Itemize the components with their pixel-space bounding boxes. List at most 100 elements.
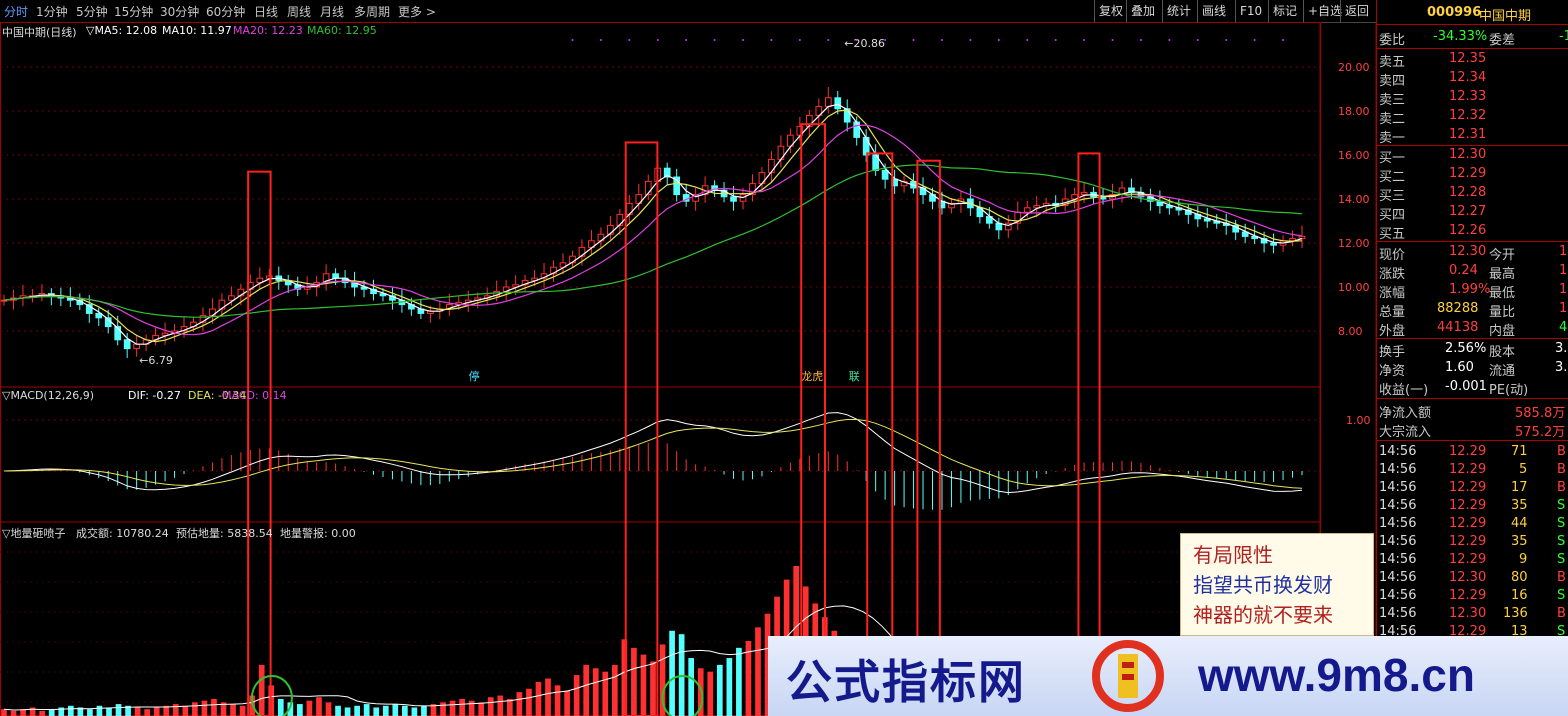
signal-dot	[1196, 39, 1199, 41]
signal-dot	[1111, 39, 1114, 41]
stat-row: 涨幅 1.99% 最低 1	[1377, 281, 1568, 301]
volume-bar	[211, 698, 217, 716]
bid-label: 买三	[1379, 189, 1406, 204]
ask-label: 卖五	[1379, 55, 1406, 70]
signal-dot	[912, 39, 915, 41]
tab-period-0[interactable]: 分时	[4, 3, 28, 20]
stat-row: 现价 12.30 今开 1	[1377, 243, 1568, 263]
kline-chart[interactable]: 20.00 18.00 16.00 14.00 12.00 10.00 8.00 1.00 ←2…	[0, 22, 1376, 716]
est-value: 预估地量: 5838.54	[176, 527, 273, 540]
bid-row: 买五 12.26	[1377, 222, 1568, 242]
volume-bar	[716, 664, 723, 716]
candle-body	[853, 121, 861, 138]
tab-period-3[interactable]: 15分钟	[114, 3, 153, 20]
toolbar-button-4[interactable]: F10	[1235, 0, 1266, 22]
tab-period-5[interactable]: 60分钟	[206, 3, 245, 20]
ma5-line	[3, 103, 1303, 345]
tick-qty: 35	[1511, 534, 1528, 549]
chart-title: 中国中期(日线)	[2, 26, 77, 39]
signal-dot	[742, 39, 745, 41]
banner-site-name: 公式指标网	[786, 655, 1026, 709]
period-toolbar: 分时 1分钟 5分钟 15分钟 30分钟 60分钟 日线 周线 月线 多周期 更多 > 复权 叠加 统计画…	[0, 0, 1376, 23]
tab-period-9[interactable]: 多周期	[354, 3, 390, 20]
ask-price: 12.35	[1449, 51, 1487, 66]
stat-label: 外盘	[1379, 324, 1406, 339]
volume-bar	[230, 704, 236, 716]
toolbar-button-1[interactable]: 叠加	[1126, 0, 1159, 22]
signal-dot	[969, 39, 972, 41]
disclaimer-note: 有局限性 指望共币换发财 神器的就不要来	[1180, 533, 1374, 636]
volume-bar	[192, 702, 198, 716]
weibi-label: 委比	[1379, 33, 1406, 48]
tick-row: 14:56 12.29 35 S	[1377, 533, 1568, 552]
tab-period-7[interactable]: 周线	[287, 3, 311, 20]
note-line-1: 有局限性	[1193, 543, 1273, 567]
tick-row: 14:56 12.30 136 B	[1377, 605, 1568, 624]
bid-label: 买一	[1379, 151, 1406, 166]
volume-bar	[611, 664, 618, 716]
price-tick: 14.00	[1338, 193, 1370, 206]
tick-side: B	[1557, 462, 1566, 477]
ask-row: 卖一 12.31	[1377, 126, 1568, 146]
stat-label-2: 量比	[1489, 305, 1516, 320]
volume-bar	[487, 697, 494, 716]
flow-label: 大宗流入	[1379, 425, 1432, 440]
tab-period-2[interactable]: 5分钟	[76, 3, 108, 20]
bid-price: 12.30	[1449, 147, 1487, 162]
macd-value: MACD: 0.14	[222, 389, 287, 402]
weicha-value: -1	[1559, 29, 1568, 44]
tick-side: B	[1557, 480, 1566, 495]
volume-bar	[258, 664, 265, 716]
signal-dot	[1026, 39, 1029, 41]
dif-value: DIF: -0.27	[128, 389, 181, 402]
volume-bar	[449, 700, 456, 716]
volume-bar	[96, 705, 103, 716]
stat-row: 外盘 44138 内盘 44	[1377, 319, 1568, 339]
tick-qty: 136	[1503, 606, 1528, 621]
dea-line	[3, 419, 1303, 489]
stat2-label-2: 流通	[1489, 364, 1516, 379]
toolbar-button-2[interactable]: 统计	[1162, 0, 1195, 22]
toolbar-button-7[interactable]: 返回	[1340, 0, 1373, 22]
volume-bar	[564, 690, 570, 716]
price-tick: 8.00	[1338, 325, 1363, 338]
volume-bar	[344, 707, 351, 716]
candle-body	[1080, 191, 1088, 196]
tick-time: 14:56	[1379, 498, 1417, 513]
ask-row: 卖二 12.32	[1377, 107, 1568, 127]
ask-price: 12.33	[1449, 89, 1487, 104]
volume-bar	[573, 675, 580, 716]
volume-bar	[87, 709, 93, 716]
stat2-label: 换手	[1379, 345, 1406, 360]
volume-bar	[411, 707, 418, 716]
signal-dot	[656, 39, 659, 41]
tick-side: S	[1557, 516, 1566, 531]
bid-row: 买一 12.30	[1377, 146, 1568, 166]
toolbar-button-0[interactable]: 复权	[1094, 0, 1127, 22]
bid-row: 买二 12.29	[1377, 165, 1568, 185]
volume-bar	[134, 707, 141, 716]
tab-period-6[interactable]: 日线	[254, 3, 278, 20]
tab-period-4[interactable]: 30分钟	[160, 3, 199, 20]
tick-row: 14:56 12.29 5 B	[1377, 461, 1568, 480]
volume-bar	[277, 698, 284, 716]
volume-bar	[554, 685, 561, 716]
toolbar-button-5[interactable]: 标记	[1268, 0, 1301, 22]
ma20-value: MA20: 12.23	[233, 24, 303, 37]
ma10-value: MA10: 11.97	[162, 24, 232, 37]
signal-dot	[940, 39, 943, 41]
ask-price: 12.32	[1449, 108, 1487, 123]
toolbar-button-3[interactable]: 画线	[1197, 0, 1230, 22]
banner-logo-icon	[1092, 640, 1164, 712]
tick-row: 14:56 12.29 17 B	[1377, 479, 1568, 498]
stat-value-2: 1	[1559, 301, 1568, 316]
tab-period-1[interactable]: 1分钟	[36, 3, 68, 20]
stat2-value: 2.56%	[1445, 341, 1487, 356]
tab-period-8[interactable]: 月线	[320, 3, 344, 20]
tab-period-10[interactable]: 更多 >	[398, 3, 436, 20]
tick-side: B	[1557, 570, 1566, 585]
stat2-row: 收益(一) -0.001 PE(动)	[1377, 378, 1568, 398]
stat-label-2: 内盘	[1489, 324, 1516, 339]
stat-value: 44138	[1437, 320, 1479, 335]
volume-bar	[602, 671, 609, 716]
